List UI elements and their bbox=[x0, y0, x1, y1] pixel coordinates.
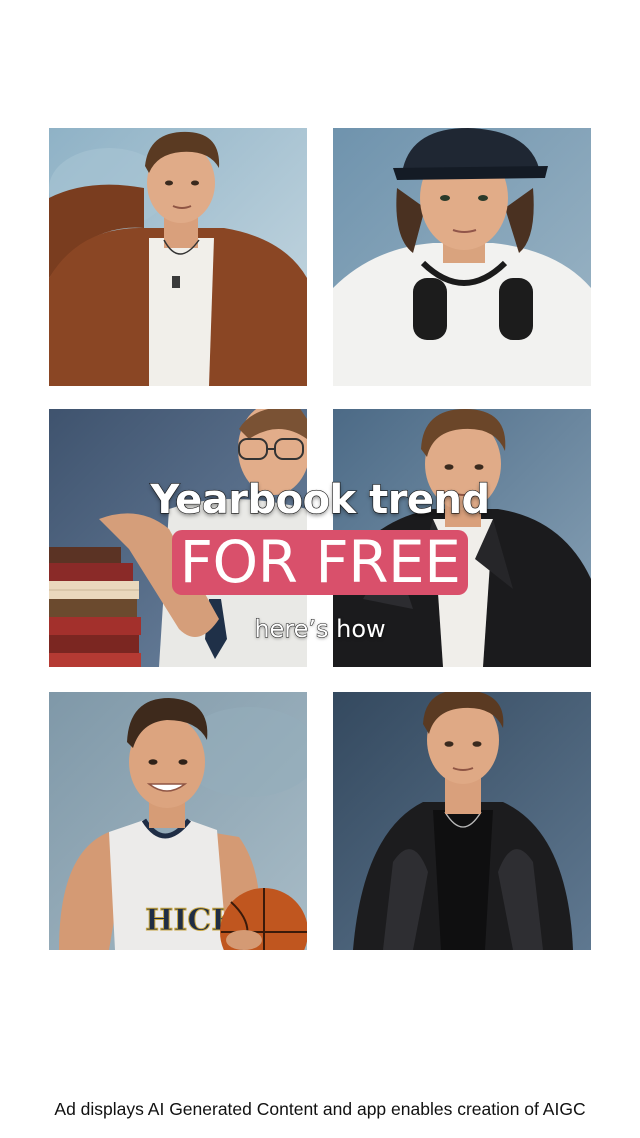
yearbook-photo-basketball: HICK bbox=[49, 692, 307, 950]
yearbook-photo-leather-jacket bbox=[333, 692, 591, 950]
for-free-badge: FOR FREE bbox=[171, 530, 469, 595]
subline-heres-how: here’s how bbox=[254, 615, 386, 644]
aigc-disclaimer: Ad displays AI Generated Content and app… bbox=[54, 1099, 586, 1119]
headline-yearbook-trend: Yearbook trend bbox=[150, 476, 491, 523]
badge-container: FOR FREE bbox=[0, 530, 640, 595]
yearbook-photo-cap-headphones bbox=[333, 128, 591, 386]
yearbook-photo-brown-jacket bbox=[49, 128, 307, 386]
ad-page: HICK Yearbook trend FOR FREE here’s how … bbox=[0, 0, 640, 1138]
